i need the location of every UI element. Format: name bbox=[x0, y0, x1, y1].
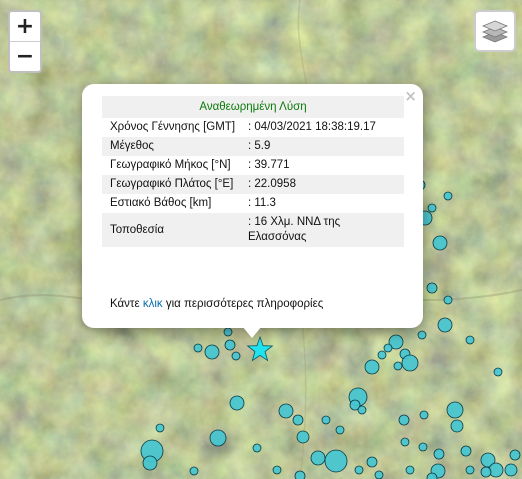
zoom-control: + − bbox=[8, 10, 42, 73]
earthquake-marker[interactable] bbox=[204, 344, 220, 360]
earthquake-marker[interactable] bbox=[437, 317, 453, 333]
origin-time-label: Χρόνος Γέννησης [GMT] bbox=[110, 121, 236, 133]
latitude-value: : 39.771 bbox=[248, 159, 290, 171]
earthquake-marker[interactable] bbox=[504, 463, 518, 477]
earthquake-marker[interactable] bbox=[393, 361, 403, 371]
earthquake-marker[interactable] bbox=[450, 419, 464, 433]
earthquake-marker[interactable] bbox=[383, 343, 393, 353]
table-row: Γεωγραφικό Μήκος [°N] : 39.771 bbox=[102, 156, 404, 175]
table-row: Εστιακό Βάθος [km] : 11.3 bbox=[102, 194, 404, 213]
earthquake-marker[interactable] bbox=[417, 330, 427, 340]
longitude-label: Γεωγραφικό Πλάτος [°E] bbox=[102, 175, 248, 194]
satellite-map[interactable]: + − × Αναθεωρημένη Λύση Χρόνος Γέννησης … bbox=[0, 0, 522, 479]
earthquake-marker[interactable] bbox=[374, 470, 384, 479]
earthquake-marker[interactable] bbox=[272, 465, 282, 475]
earthquake-marker[interactable] bbox=[292, 414, 304, 426]
earthquake-marker[interactable] bbox=[231, 351, 241, 361]
earthquake-marker[interactable] bbox=[488, 462, 504, 478]
earthquake-marker[interactable] bbox=[433, 448, 445, 460]
earthquake-marker[interactable] bbox=[427, 203, 437, 213]
earthquake-marker[interactable] bbox=[294, 470, 306, 479]
earthquake-marker[interactable] bbox=[321, 415, 331, 425]
earthquake-marker[interactable] bbox=[142, 455, 158, 471]
main-event-star-icon[interactable] bbox=[246, 335, 274, 362]
popup-title: Αναθεωρημένη Λύση bbox=[102, 96, 404, 118]
earthquake-marker[interactable] bbox=[377, 350, 387, 360]
table-row: Μέγεθος : 5.9 bbox=[102, 137, 404, 156]
event-popup: × Αναθεωρημένη Λύση Χρόνος Γέννησης [GMT… bbox=[82, 84, 423, 328]
earthquake-marker[interactable] bbox=[465, 465, 475, 475]
earthquake-marker[interactable] bbox=[432, 235, 448, 251]
earthquake-marker[interactable] bbox=[209, 429, 227, 447]
layers-button[interactable] bbox=[474, 10, 516, 52]
earthquake-marker[interactable] bbox=[418, 442, 428, 452]
table-row: Χρόνος Γέννησης [GMT] : 04/03/2021 18:38… bbox=[102, 118, 404, 137]
earthquake-marker[interactable] bbox=[480, 466, 492, 478]
earthquake-marker[interactable] bbox=[443, 295, 453, 305]
origin-time-value: : 04/03/2021 18:38:19.17 bbox=[248, 121, 376, 133]
earthquake-marker[interactable] bbox=[364, 359, 380, 375]
longitude-value: : 22.0958 bbox=[248, 175, 404, 194]
earthquake-marker[interactable] bbox=[357, 405, 367, 415]
location-label: Τοποθεσία bbox=[102, 213, 248, 247]
depth-label: Εστιακό Βάθος [km] bbox=[110, 197, 212, 209]
earthquake-marker[interactable] bbox=[354, 465, 364, 475]
magnitude-value: : 5.9 bbox=[248, 137, 404, 156]
earthquake-marker[interactable] bbox=[405, 465, 415, 475]
earthquake-marker[interactable] bbox=[229, 395, 245, 411]
more-info-prefix: Κάντε bbox=[110, 298, 140, 310]
layers-icon bbox=[481, 20, 509, 43]
earthquake-marker[interactable] bbox=[426, 472, 438, 479]
earthquake-marker[interactable] bbox=[252, 443, 262, 453]
earthquake-marker[interactable] bbox=[189, 466, 199, 476]
earthquake-marker[interactable] bbox=[493, 367, 503, 377]
earthquake-marker[interactable] bbox=[509, 449, 521, 461]
table-row: Γεωγραφικό Πλάτος [°E] : 22.0958 bbox=[102, 175, 404, 194]
earthquake-marker[interactable] bbox=[401, 354, 419, 372]
zoom-out-button[interactable]: − bbox=[10, 42, 40, 71]
earthquake-marker[interactable] bbox=[426, 282, 438, 294]
more-info-text: Κάντε κλικ για περισσότερες πληροφορίες bbox=[110, 298, 323, 310]
earthquake-marker[interactable] bbox=[224, 339, 236, 351]
earthquake-marker[interactable] bbox=[278, 403, 294, 419]
earthquake-marker[interactable] bbox=[193, 343, 203, 353]
more-info-suffix: για περισσότερες πληροφορίες bbox=[165, 298, 324, 310]
earthquake-marker[interactable] bbox=[443, 191, 453, 201]
popup-close-button[interactable]: × bbox=[404, 87, 417, 105]
earthquake-marker[interactable] bbox=[460, 445, 472, 457]
earthquake-marker[interactable] bbox=[446, 401, 464, 419]
earthquake-marker[interactable] bbox=[419, 410, 429, 420]
location-value: : 16 Χλμ. ΝΝΔ της Ελασσόνας bbox=[248, 213, 404, 247]
table-row: Τοποθεσία : 16 Χλμ. ΝΝΔ της Ελασσόνας bbox=[102, 213, 404, 247]
earthquake-marker[interactable] bbox=[465, 335, 475, 345]
earthquake-marker[interactable] bbox=[398, 414, 410, 426]
earthquake-marker[interactable] bbox=[296, 430, 310, 444]
popup-tip bbox=[242, 326, 262, 338]
earthquake-marker[interactable] bbox=[400, 437, 410, 447]
depth-value: : 11.3 bbox=[248, 197, 276, 209]
earthquake-marker[interactable] bbox=[155, 423, 165, 433]
earthquake-marker[interactable] bbox=[324, 449, 348, 473]
earthquake-marker[interactable] bbox=[310, 450, 326, 466]
event-info-table: Αναθεωρημένη Λύση Χρόνος Γέννησης [GMT] … bbox=[102, 96, 404, 247]
latitude-label: Γεωγραφικό Μήκος [°N] bbox=[110, 159, 231, 171]
more-info-link[interactable]: κλικ bbox=[143, 298, 163, 310]
earthquake-marker[interactable] bbox=[366, 456, 378, 468]
magnitude-label: Μέγεθος bbox=[102, 137, 248, 156]
earthquake-marker[interactable] bbox=[223, 327, 233, 337]
earthquake-marker[interactable] bbox=[335, 425, 345, 435]
zoom-in-button[interactable]: + bbox=[10, 12, 40, 42]
